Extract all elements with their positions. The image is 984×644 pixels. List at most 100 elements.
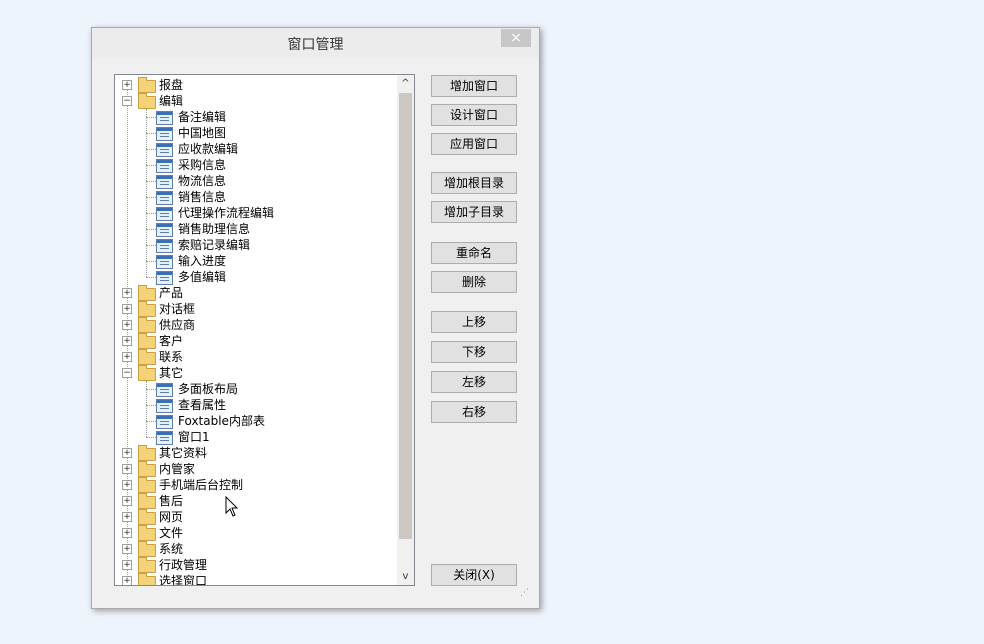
- tree-window-item[interactable]: 代理操作流程编辑: [115, 205, 395, 221]
- expand-icon[interactable]: +: [122, 576, 132, 585]
- tree-window-item[interactable]: 应收款编辑: [115, 141, 395, 157]
- add-sub-dir-button[interactable]: 增加子目录: [431, 201, 517, 223]
- expand-icon[interactable]: +: [122, 80, 132, 90]
- tree-window-item[interactable]: 查看属性: [115, 397, 395, 413]
- folder-icon: [138, 349, 156, 365]
- tree-folder-item[interactable]: + 系统: [115, 541, 395, 557]
- expand-icon[interactable]: +: [122, 336, 132, 346]
- expand-icon[interactable]: +: [122, 480, 132, 490]
- tree-scrollbar[interactable]: ^ v: [397, 75, 414, 585]
- tree-window-item[interactable]: 多值编辑: [115, 269, 395, 285]
- folder-icon: [138, 365, 156, 381]
- tree-window-item[interactable]: 多面板布局: [115, 381, 395, 397]
- expand-icon[interactable]: +: [122, 512, 132, 522]
- tree-connector-line: [146, 117, 156, 118]
- move-right-button[interactable]: 右移: [431, 401, 517, 423]
- window-form-icon: [156, 159, 173, 173]
- apply-window-button[interactable]: 应用窗口: [431, 133, 517, 155]
- tree-item-label: 选择窗口: [159, 574, 208, 586]
- resize-grip-icon[interactable]: ⋰: [520, 588, 530, 598]
- dialog-titlebar[interactable]: 窗口管理 ×: [92, 28, 539, 58]
- rename-button[interactable]: 重命名: [431, 242, 517, 264]
- tree-window-item[interactable]: 销售助理信息: [115, 221, 395, 237]
- tree-folder-item[interactable]: + 客户: [115, 333, 395, 349]
- tree-folder-item[interactable]: + 联系: [115, 349, 395, 365]
- scroll-down-arrow-icon[interactable]: v: [397, 568, 414, 585]
- tree-connector-line: [146, 405, 156, 406]
- scroll-up-arrow-icon[interactable]: ^: [397, 75, 414, 92]
- design-window-button[interactable]: 设计窗口: [431, 104, 517, 126]
- tree-connector-line: [146, 437, 156, 438]
- window-tree[interactable]: + 报盘 − 编辑 备注编辑 中国地图 应收款编辑 采购信息物流信息 销售信息 代理操作流程编辑销…: [114, 74, 415, 586]
- delete-button[interactable]: 删除: [431, 271, 517, 293]
- tree-window-item[interactable]: 备注编辑: [115, 109, 395, 125]
- tree-connector-line: [146, 165, 156, 166]
- tree-folder-item[interactable]: + 文件: [115, 525, 395, 541]
- expand-icon[interactable]: +: [122, 464, 132, 474]
- window-form-icon: [156, 175, 173, 189]
- tree-connector-line: [146, 133, 156, 134]
- tree-folder-item[interactable]: + 售后: [115, 493, 395, 509]
- tree-item-label: 查看属性: [178, 398, 227, 412]
- expand-icon[interactable]: +: [122, 320, 132, 330]
- tree-item-label: 物流信息: [178, 174, 227, 188]
- tree-window-item[interactable]: 索赔记录编辑: [115, 237, 395, 253]
- tree-window-item[interactable]: 中国地图: [115, 125, 395, 141]
- tree-item-label: 文件: [159, 526, 184, 540]
- tree-window-item[interactable]: 输入进度: [115, 253, 395, 269]
- add-window-button[interactable]: 增加窗口: [431, 75, 517, 97]
- tree-window-item[interactable]: Foxtable内部表: [115, 413, 395, 429]
- move-down-button[interactable]: 下移: [431, 341, 517, 363]
- tree-folder-item[interactable]: + 行政管理: [115, 557, 395, 573]
- folder-icon: [138, 477, 156, 493]
- expand-icon[interactable]: +: [122, 528, 132, 538]
- tree-folder-item[interactable]: + 报盘: [115, 77, 395, 93]
- tree-window-item[interactable]: 物流信息: [115, 173, 395, 189]
- tree-connector-line: [146, 261, 156, 262]
- tree-item-label: 售后: [159, 494, 184, 508]
- tree-item-label: 采购信息: [178, 158, 227, 172]
- tree-folder-item[interactable]: + 网页: [115, 509, 395, 525]
- add-root-dir-button[interactable]: 增加根目录: [431, 172, 517, 194]
- tree-item-label: 对话框: [159, 302, 196, 316]
- window-form-icon: [156, 191, 173, 205]
- tree-folder-item[interactable]: + 选择窗口: [115, 573, 395, 586]
- tree-folder-item[interactable]: + 产品: [115, 285, 395, 301]
- mouse-cursor-icon: [225, 496, 239, 517]
- folder-icon: [138, 93, 156, 109]
- tree-connector-line: [146, 421, 156, 422]
- tree-item-label: 报盘: [159, 78, 184, 92]
- expand-icon[interactable]: +: [122, 496, 132, 506]
- tree-folder-item[interactable]: + 对话框: [115, 301, 395, 317]
- tree-window-item[interactable]: 销售信息: [115, 189, 395, 205]
- tree-connector-line: [146, 213, 156, 214]
- expand-icon[interactable]: +: [122, 544, 132, 554]
- expand-icon[interactable]: +: [122, 304, 132, 314]
- tree-item-label: 输入进度: [178, 254, 227, 268]
- expand-icon[interactable]: +: [122, 352, 132, 362]
- window-form-icon: [156, 111, 173, 125]
- tree-window-item[interactable]: 采购信息: [115, 157, 395, 173]
- tree-item-label: 编辑: [159, 94, 184, 108]
- tree-folder-item[interactable]: + 内管家: [115, 461, 395, 477]
- tree-folder-item[interactable]: − 编辑: [115, 93, 395, 109]
- tree-item-label: 销售助理信息: [178, 222, 251, 236]
- collapse-icon[interactable]: −: [122, 96, 132, 106]
- close-icon[interactable]: ×: [501, 29, 531, 47]
- close-button[interactable]: 关闭(X): [431, 564, 517, 586]
- tree-item-label: 供应商: [159, 318, 196, 332]
- tree-connector-line: [146, 381, 147, 437]
- expand-icon[interactable]: +: [122, 560, 132, 570]
- scroll-thumb[interactable]: [399, 93, 412, 539]
- tree-folder-item[interactable]: − 其它: [115, 365, 395, 381]
- collapse-icon[interactable]: −: [122, 368, 132, 378]
- expand-icon[interactable]: +: [122, 288, 132, 298]
- move-up-button[interactable]: 上移: [431, 311, 517, 333]
- move-left-button[interactable]: 左移: [431, 371, 517, 393]
- tree-folder-item[interactable]: + 供应商: [115, 317, 395, 333]
- expand-icon[interactable]: +: [122, 448, 132, 458]
- window-form-icon: [156, 223, 173, 237]
- tree-folder-item[interactable]: + 手机端后台控制: [115, 477, 395, 493]
- tree-folder-item[interactable]: + 其它资料: [115, 445, 395, 461]
- tree-window-item[interactable]: 窗口1: [115, 429, 395, 445]
